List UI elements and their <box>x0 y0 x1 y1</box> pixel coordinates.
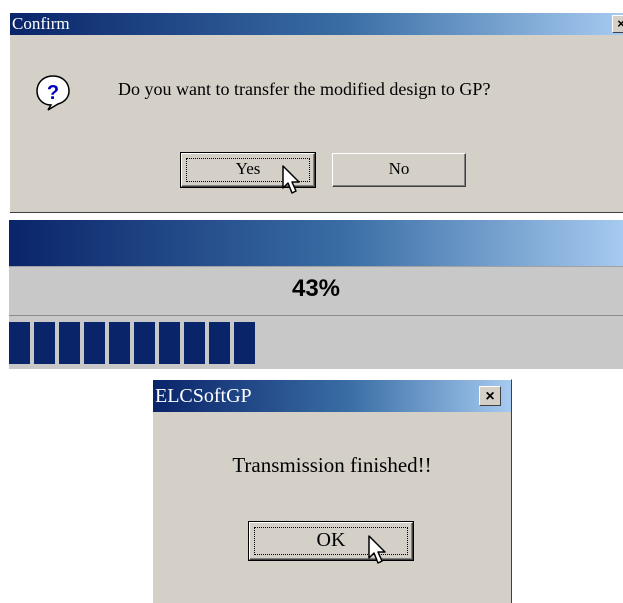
progress-bar <box>9 315 623 366</box>
progress-segment <box>9 322 30 364</box>
confirm-dialog: Confirm × ? Do you want to transfer the … <box>9 12 623 212</box>
progress-segment <box>234 322 255 364</box>
progress-titlebar <box>9 220 623 266</box>
question-icon: ? <box>36 75 70 111</box>
confirm-close-button[interactable]: × <box>612 15 623 32</box>
progress-segment <box>134 322 155 364</box>
transmission-finished-dialog: ELCSoftGP × Transmission finished!! OK <box>152 379 512 603</box>
elcsoftgp-titlebar[interactable]: ELCSoftGP <box>153 380 511 412</box>
progress-body: 43% <box>9 266 623 369</box>
elcsoftgp-title: ELCSoftGP <box>155 385 252 407</box>
elcsoftgp-close-button[interactable]: × <box>479 386 501 406</box>
progress-segment <box>159 322 180 364</box>
transfer-progress-panel: 43% <box>9 220 623 369</box>
yes-button-label: Yes <box>235 159 261 178</box>
confirm-titlebar[interactable]: Confirm <box>10 13 623 35</box>
progress-percent: 43% <box>291 275 341 302</box>
confirm-message: Do you want to transfer the modified des… <box>118 79 491 99</box>
no-button-label: No <box>388 159 410 178</box>
mouse-cursor-icon <box>282 165 300 194</box>
progress-segment <box>84 322 105 364</box>
ok-button-label: OK <box>316 529 346 551</box>
confirm-title: Confirm <box>12 14 70 33</box>
no-button[interactable]: No <box>332 153 466 187</box>
svg-text:?: ? <box>47 82 59 104</box>
progress-segment <box>184 322 205 364</box>
mouse-cursor-icon <box>368 535 386 564</box>
transmission-message: Transmission finished!! <box>232 453 432 477</box>
progress-segment <box>59 322 80 364</box>
progress-segment <box>209 322 230 364</box>
progress-segment <box>109 322 130 364</box>
progress-segment <box>34 322 55 364</box>
